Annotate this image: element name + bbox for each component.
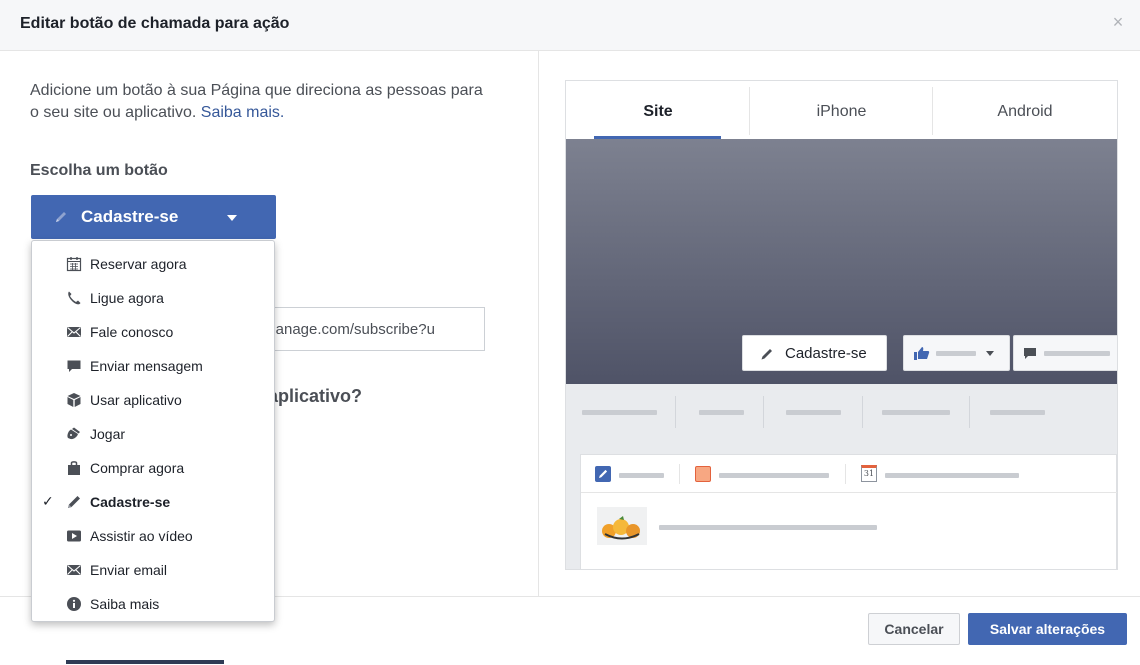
fruit-thumbnail xyxy=(597,507,647,550)
menu-item-jogar[interactable]: Jogar xyxy=(32,418,274,452)
nav-divider xyxy=(675,396,676,428)
preview-cta-button: Cadastre-se xyxy=(742,335,887,371)
photo-icon xyxy=(695,466,711,482)
placeholder-bar xyxy=(990,410,1045,415)
dialog-title: Editar botão de chamada para ação xyxy=(20,15,290,32)
placeholder-bar xyxy=(699,410,744,415)
cancel-button[interactable]: Cancelar xyxy=(868,613,960,645)
menu-item-usar-aplicativo[interactable]: Usar aplicativo xyxy=(32,384,274,418)
preview-panel: Site iPhone Android Cadastre-se 31 xyxy=(565,80,1118,570)
menu-item-enviar-mensagem[interactable]: Enviar mensagem xyxy=(32,350,274,384)
nav-divider xyxy=(969,396,970,428)
preview-cta-label: Cadastre-se xyxy=(785,345,867,362)
nav-divider xyxy=(763,396,764,428)
menu-item-label: Reservar agora xyxy=(90,256,187,272)
close-icon[interactable]: × xyxy=(1110,13,1126,31)
placeholder-bar xyxy=(936,351,976,356)
cta-type-menu: Reservar agora Ligue agora Fale conosco … xyxy=(31,240,275,622)
background-strip xyxy=(66,660,224,664)
envelope-icon xyxy=(66,324,82,340)
tab-android[interactable]: Android xyxy=(933,81,1117,139)
nav-divider xyxy=(862,396,863,428)
calendar-icon xyxy=(66,256,82,272)
cta-type-dropdown[interactable]: Cadastre-se xyxy=(31,195,276,239)
menu-item-label: Saiba mais xyxy=(90,596,160,612)
menu-item-label: Comprar agora xyxy=(90,460,185,476)
placeholder-bar xyxy=(885,473,1019,478)
thumbs-up-icon xyxy=(914,346,930,365)
menu-item-label: Cadastre-se xyxy=(90,494,171,510)
menu-item-reservar-agora[interactable]: Reservar agora xyxy=(32,248,274,282)
placeholder-bar xyxy=(659,525,877,530)
pencil-icon xyxy=(54,209,68,229)
menu-item-fale-conosco[interactable]: Fale conosco xyxy=(32,316,274,350)
chevron-down-icon xyxy=(227,215,237,221)
learn-more-link[interactable]: Saiba mais. xyxy=(201,104,285,121)
tab-site[interactable]: Site xyxy=(566,81,750,139)
calendar-icon: 31 xyxy=(861,465,877,482)
menu-item-label: Enviar email xyxy=(90,562,168,578)
checkmark-icon: ✓ xyxy=(42,493,54,509)
menu-item-label: Fale conosco xyxy=(90,324,174,340)
menu-item-label: Usar aplicativo xyxy=(90,392,182,408)
message-icon xyxy=(1023,347,1037,365)
edit-cta-dialog: Editar botão de chamada para ação × Adic… xyxy=(0,0,1140,665)
menu-item-cadastre-se[interactable]: ✓ Cadastre-se xyxy=(32,486,274,520)
menu-item-label: Jogar xyxy=(90,426,126,442)
preview-tabs: Site iPhone Android xyxy=(566,81,1117,139)
play-icon xyxy=(66,528,82,544)
menu-item-ligue-agora[interactable]: Ligue agora xyxy=(32,282,274,316)
gamepad-icon xyxy=(66,426,82,442)
menu-item-comprar-agora[interactable]: Comprar agora xyxy=(32,452,274,486)
choose-button-label: Escolha um botão xyxy=(30,162,168,179)
save-changes-button[interactable]: Salvar alterações xyxy=(968,613,1127,645)
cta-type-dropdown-label: Cadastre-se xyxy=(81,207,179,226)
placeholder-bar xyxy=(786,410,841,415)
menu-item-saiba-mais[interactable]: Saiba mais xyxy=(32,588,274,622)
menu-item-assistir-ao-video[interactable]: Assistir ao vídeo xyxy=(32,520,274,554)
cube-icon xyxy=(66,392,82,408)
timeline-placeholder: 31 xyxy=(566,440,1117,569)
card-divider xyxy=(581,492,1117,493)
info-icon xyxy=(66,596,82,612)
phone-icon xyxy=(66,290,82,306)
menu-item-enviar-email[interactable]: Enviar email xyxy=(32,554,274,588)
placeholder-bar xyxy=(882,410,950,415)
tab-iphone[interactable]: iPhone xyxy=(750,81,933,139)
placeholder-bar xyxy=(619,473,664,478)
placeholder-bar xyxy=(1044,351,1110,356)
bag-icon xyxy=(66,460,82,476)
placeholder-bar xyxy=(582,410,657,415)
intro-text: Adicione um botão à sua Página que direc… xyxy=(30,80,490,124)
pencil-icon xyxy=(760,347,774,365)
envelope-icon xyxy=(66,562,82,578)
message-icon xyxy=(66,358,82,374)
menu-item-label: Enviar mensagem xyxy=(90,358,203,374)
website-url-input[interactable]: t-manage.com/subscribe?u xyxy=(253,307,485,351)
chevron-down-icon xyxy=(986,351,994,356)
message-button-placeholder xyxy=(1013,335,1117,371)
menu-item-label: Ligue agora xyxy=(90,290,164,306)
composer-placeholder: 31 xyxy=(580,454,1117,569)
pencil-icon xyxy=(595,466,611,482)
column-divider xyxy=(538,51,539,596)
like-button-placeholder xyxy=(903,335,1010,371)
menu-item-label: Assistir ao vídeo xyxy=(90,528,193,544)
page-nav-placeholder xyxy=(566,384,1117,441)
dialog-header: Editar botão de chamada para ação × xyxy=(0,0,1140,51)
pencil-icon xyxy=(66,494,82,510)
placeholder-bar xyxy=(719,473,829,478)
composer-divider xyxy=(679,464,680,484)
composer-divider xyxy=(845,464,846,484)
